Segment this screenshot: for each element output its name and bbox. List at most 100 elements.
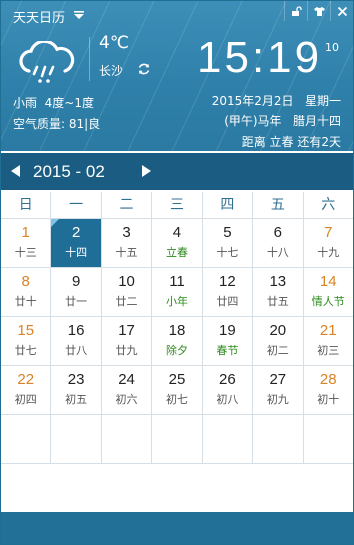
calendar-day (253, 415, 304, 463)
lunar-label: 十九 (317, 246, 340, 259)
calendar-day[interactable]: 24 初六 (102, 366, 153, 414)
lunar-label: 十三 (14, 246, 37, 259)
calendar-week-row: 22 初四 23 初五 24 初六 25 初七 26 初八 27 初九 28 初十 (1, 366, 353, 415)
calendar-day[interactable]: 11 小年 (152, 268, 203, 316)
day-number: 17 (118, 322, 135, 339)
skin-button[interactable] (307, 1, 330, 21)
calendar-day[interactable]: 15 廿七 (1, 317, 52, 365)
window-controls (284, 1, 353, 21)
day-number: 10 (118, 273, 135, 290)
unlock-icon (291, 5, 302, 16)
calendar-day[interactable]: 9 廿一 (51, 268, 102, 316)
calendar-day (1, 415, 52, 463)
day-number: 20 (269, 322, 287, 339)
lunar-label: 春节 (216, 344, 239, 357)
day-number: 13 (269, 273, 287, 290)
weekday-label: 日 (1, 192, 52, 218)
day-number: 7 (324, 224, 333, 241)
calendar-day (51, 415, 102, 463)
weekday-label: 一 (51, 192, 102, 218)
day-number: 26 (219, 371, 236, 388)
calendar-week-row: 8 廿十 9 廿一 10 廿二 11 小年 12 廿四 13 廿五 14 情人节 (1, 268, 353, 317)
calendar-day[interactable]: 13 廿五 (253, 268, 304, 316)
close-button[interactable] (330, 1, 353, 21)
lunar-label: 十七 (216, 246, 239, 259)
unlock-button[interactable] (284, 1, 307, 21)
day-number: 11 (169, 273, 185, 290)
calendar-day[interactable]: 28 初十 (304, 366, 353, 414)
calendar-day[interactable]: 6 十八 (253, 219, 304, 267)
calendar-day[interactable]: 27 初九 (253, 366, 304, 414)
calendar-grid: 日 一 二 三 四 五 六 1 十三 2 十四 3 十五 4 立春 5 十七 6 十八 7 十九 8 廿十 9 廿… (1, 192, 353, 464)
calendar-day[interactable]: 21 初三 (304, 317, 353, 365)
calendar-day[interactable]: 14 情人节 (304, 268, 353, 316)
calendar-day-selected[interactable]: 2 十四 (51, 219, 102, 267)
day-number: 8 (21, 273, 30, 290)
day-number: 23 (67, 371, 85, 388)
calendar-day (304, 415, 353, 463)
day-number: 14 (319, 273, 337, 290)
calendar-day[interactable]: 25 初七 (152, 366, 203, 414)
calendar-day[interactable]: 5 十七 (203, 219, 254, 267)
shirt-icon (313, 6, 325, 16)
arrow-left-icon[interactable] (11, 165, 21, 177)
calendar-day[interactable]: 22 初四 (1, 366, 52, 414)
calendar-window: 天天日历 4℃ 长沙 15:19 10 小雨 4度~1度 空气质量: 81|良 … (0, 0, 354, 545)
day-number: 22 (17, 371, 35, 388)
lunar-label: 情人节 (311, 295, 345, 308)
arrow-right-icon[interactable] (141, 165, 151, 177)
divider (89, 37, 90, 81)
chevron-down-icon[interactable] (73, 9, 85, 21)
day-number: 5 (223, 224, 232, 241)
calendar-week-row: 15 廿七 16 廿八 17 廿九 18 除夕 19 春节 20 初二 21 初三 (1, 317, 353, 366)
lunar-label: 除夕 (165, 344, 188, 357)
day-number: 21 (319, 322, 337, 339)
calendar-day[interactable]: 7 十九 (304, 219, 353, 267)
calendar-day[interactable]: 16 廿八 (51, 317, 102, 365)
calendar-day[interactable]: 17 廿九 (102, 317, 153, 365)
lunar-label: 十四 (65, 246, 88, 259)
lunar-label: 廿四 (216, 295, 239, 308)
lunar-label: 廿七 (14, 344, 37, 357)
day-number: 16 (67, 322, 85, 339)
rain-cloud-icon (19, 41, 75, 83)
weather-header: 天天日历 4℃ 长沙 15:19 10 小雨 4度~1度 空气质量: 81|良 … (1, 1, 353, 151)
weekday-label: 六 (321, 197, 336, 213)
solar-term-countdown: 距离 立春 还有2天 (241, 135, 341, 149)
clock-time: 15:19 (197, 33, 323, 82)
calendar-day[interactable]: 20 初二 (253, 317, 304, 365)
lunar-label: 初五 (65, 393, 88, 406)
title-bar[interactable]: 天天日历 (1, 1, 353, 29)
calendar-day[interactable]: 3 十五 (102, 219, 153, 267)
day-number: 2 (71, 224, 81, 241)
lunar-label: 廿十 (14, 295, 37, 308)
gregorian-date: 2015年2月2日 星期一 (211, 94, 341, 108)
calendar-day (203, 415, 254, 463)
day-number: 19 (219, 322, 236, 339)
clock-seconds: 10 (325, 41, 339, 54)
calendar-day (102, 415, 153, 463)
city-name[interactable]: 长沙 (99, 62, 123, 79)
lunar-label: 初四 (14, 393, 37, 406)
day-number: 27 (269, 371, 287, 388)
calendar-day[interactable]: 1 十三 (1, 219, 52, 267)
calendar-day[interactable]: 4 立春 (152, 219, 203, 267)
calendar-day[interactable]: 8 廿十 (1, 268, 52, 316)
calendar-day[interactable]: 10 廿二 (102, 268, 153, 316)
calendar-day[interactable]: 12 廿四 (203, 268, 254, 316)
day-number: 1 (21, 224, 30, 241)
day-number: 12 (219, 273, 236, 290)
day-number: 28 (319, 371, 337, 388)
calendar-day[interactable]: 18 除夕 (152, 317, 203, 365)
lunar-label: 初九 (266, 393, 289, 406)
weekday-label: 三 (152, 192, 203, 218)
air-quality: 空气质量: 81|良 (13, 117, 101, 131)
calendar-day[interactable]: 19 春节 (203, 317, 254, 365)
calendar-week-row: 1 十三 2 十四 3 十五 4 立春 5 十七 6 十八 7 十九 (1, 219, 353, 268)
day-number: 18 (168, 322, 186, 339)
calendar-day[interactable]: 23 初五 (51, 366, 102, 414)
calendar-day[interactable]: 26 初八 (203, 366, 254, 414)
lunar-label: 廿一 (65, 295, 88, 308)
month-label[interactable]: 2015 - 02 (33, 162, 105, 182)
refresh-icon[interactable] (137, 62, 151, 76)
